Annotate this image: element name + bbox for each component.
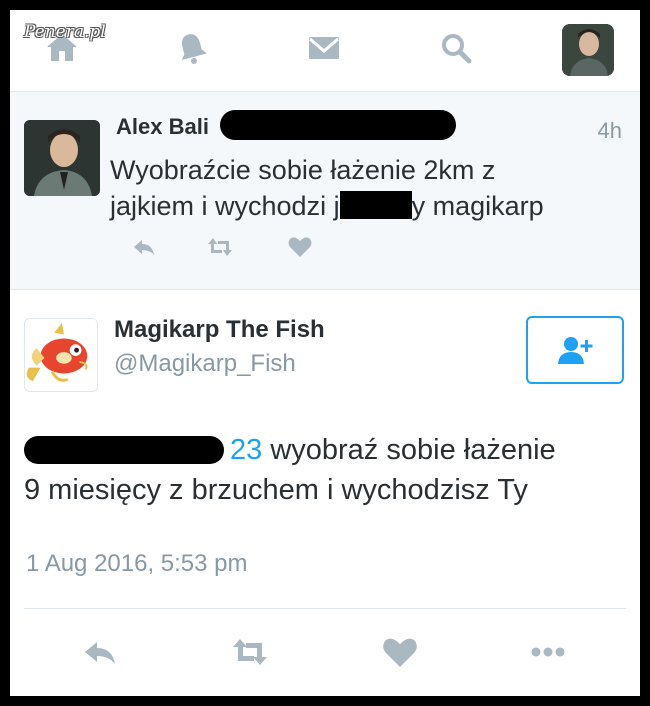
reply-icon[interactable] <box>126 230 162 264</box>
retweet-icon[interactable] <box>202 230 238 264</box>
like-icon[interactable] <box>282 230 318 264</box>
watermark: Penera.pl <box>24 22 106 42</box>
mention-suffix[interactable]: 23 <box>230 434 262 466</box>
tweet-text-line2: jajkiem i wychodzi j y magikarp <box>110 188 620 224</box>
tweet-actions <box>10 630 640 674</box>
reply-icon[interactable] <box>76 630 124 674</box>
redaction <box>220 110 456 140</box>
tweet-date[interactable]: 1 Aug 2016, 5:53 pm <box>26 550 248 578</box>
tweet-text: Wyobraźcie sobie łażenie 2km z jajkiem i… <box>110 152 620 224</box>
search-icon[interactable] <box>434 26 478 70</box>
follow-button[interactable] <box>526 316 624 384</box>
add-user-icon <box>558 337 593 364</box>
tweet-context[interactable]: Alex Bali 4h Wyobraźcie sobie łażenie 2k… <box>10 92 640 290</box>
tweet-actions <box>106 230 346 264</box>
tweet-text-line2: 9 miesięcy z brzuchem i wychodzisz Ty <box>24 474 528 506</box>
author-handle[interactable]: @Magikarp_Fish <box>114 350 296 378</box>
tweet-time: 4h <box>597 118 622 143</box>
tweet-text-line2-start: jajkiem i wychodzi j <box>110 191 340 221</box>
divider <box>24 608 626 609</box>
avatar[interactable] <box>24 120 100 196</box>
mention-link[interactable] <box>24 430 230 470</box>
retweet-icon[interactable] <box>226 630 274 674</box>
tweet-text-line1-rest: wyobraź sobie łażenie <box>262 434 556 466</box>
tweet-text-line1: 23 wyobraź sobie łażenie <box>24 430 624 470</box>
tweet-text: 23 wyobraź sobie łażenie 9 miesięcy z br… <box>24 430 624 510</box>
author-name[interactable]: Alex Bali <box>116 114 209 140</box>
profile-avatar[interactable] <box>562 24 614 76</box>
screenshot-frame: Penera.pl Alex Bali 4h Wyobraźcie sobie … <box>10 10 640 696</box>
more-icon[interactable] <box>524 630 572 674</box>
author-name[interactable]: Magikarp The Fish <box>114 316 325 344</box>
tweet-text-line2-end: y magikarp <box>411 191 544 221</box>
mail-icon[interactable] <box>302 26 346 70</box>
redaction <box>24 436 224 464</box>
tweet-text-line1: Wyobraźcie sobie łażenie 2km z <box>110 155 496 185</box>
redaction <box>339 191 412 219</box>
like-icon[interactable] <box>376 630 424 674</box>
bell-icon[interactable] <box>170 26 214 70</box>
avatar[interactable] <box>24 318 98 392</box>
